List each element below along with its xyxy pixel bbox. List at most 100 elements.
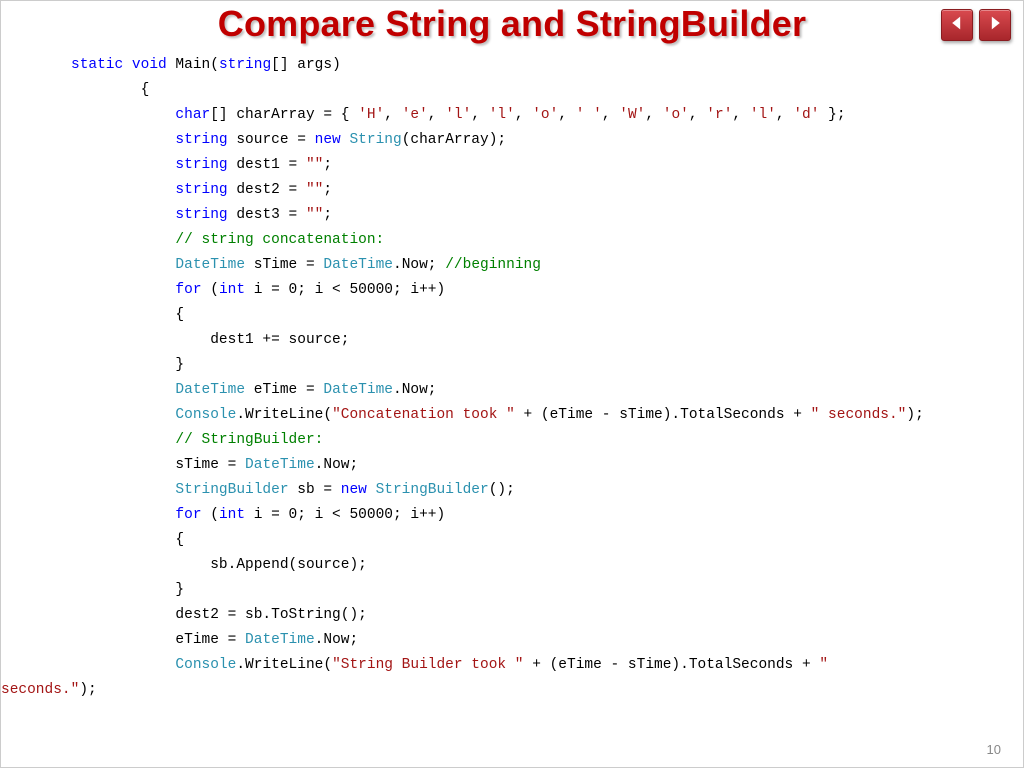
type: StringBuilder [175, 482, 288, 498]
code-text: sb.Append(source); [175, 557, 366, 573]
code-text: dest3 = [228, 207, 306, 223]
code-text: , [689, 107, 706, 123]
code-text: eTime = [245, 382, 323, 398]
type: DateTime [323, 257, 393, 273]
type: DateTime [323, 382, 393, 398]
code-text: sTime = [175, 457, 245, 473]
code-text: ); [79, 682, 96, 698]
keyword: string [175, 132, 227, 148]
code-text: } [175, 582, 184, 598]
code-text: , [602, 107, 619, 123]
code-text: .WriteLine( [236, 657, 332, 673]
code-text: + (eTime - sTime).TotalSeconds + [524, 657, 820, 673]
code-text: dest1 = [228, 157, 306, 173]
next-slide-button[interactable] [979, 9, 1011, 41]
code-text: sb = [289, 482, 341, 498]
keyword: for [175, 282, 201, 298]
code-text: i = 0; i < 50000; i++) [245, 282, 445, 298]
comment: // StringBuilder: [175, 432, 323, 448]
string-literal: ' ' [576, 107, 602, 123]
string-literal: 'l' [445, 107, 471, 123]
code-text: , [558, 107, 575, 123]
code-text: dest2 = [228, 182, 306, 198]
page-number: 10 [987, 742, 1001, 757]
slide-title: Compare String and StringBuilder [1, 3, 1023, 45]
keyword: string [175, 182, 227, 198]
string-literal: 'd' [793, 107, 819, 123]
comment: //beginning [445, 257, 541, 273]
prev-slide-button[interactable] [941, 9, 973, 41]
code-text: + (eTime - sTime).TotalSeconds + [515, 407, 811, 423]
code-text: , [645, 107, 662, 123]
code-text: i = 0; i < 50000; i++) [245, 507, 445, 523]
keyword: void [132, 57, 167, 73]
type: Console [175, 407, 236, 423]
code-text: { [71, 82, 149, 98]
keyword: int [219, 282, 245, 298]
string-literal: "Concatenation took " [332, 407, 515, 423]
code-text: ; [323, 207, 332, 223]
code-text: .Now; [393, 257, 445, 273]
code-block: static void Main(string[] args) { char[]… [71, 53, 1023, 703]
code-text: , [471, 107, 488, 123]
keyword: for [175, 507, 201, 523]
code-text: dest1 += source; [175, 332, 349, 348]
code-text: }; [819, 107, 845, 123]
code-text: ( [202, 507, 219, 523]
string-literal: 'e' [402, 107, 428, 123]
keyword: string [219, 57, 271, 73]
code-text: [] args) [271, 57, 341, 73]
keyword: int [219, 507, 245, 523]
code-text: , [428, 107, 445, 123]
keyword: new [341, 482, 367, 498]
string-literal: "" [306, 182, 323, 198]
string-literal: "String Builder took " [332, 657, 523, 673]
code-text: { [175, 307, 184, 323]
string-literal: 'H' [358, 107, 384, 123]
type: DateTime [175, 257, 245, 273]
code-text: (charArray); [402, 132, 506, 148]
string-literal: "" [306, 207, 323, 223]
string-literal: "" [306, 157, 323, 173]
comment: // string concatenation: [175, 232, 384, 248]
code-text: , [384, 107, 401, 123]
type: DateTime [245, 457, 315, 473]
keyword: char [175, 107, 210, 123]
code-text: sTime = [245, 257, 323, 273]
type: String [349, 132, 401, 148]
string-literal: 'o' [532, 107, 558, 123]
code-text: } [175, 357, 184, 373]
string-literal: 'r' [706, 107, 732, 123]
code-text: .Now; [393, 382, 437, 398]
type: StringBuilder [376, 482, 489, 498]
code-text: , [776, 107, 793, 123]
type: DateTime [175, 382, 245, 398]
code-text: dest2 = sb.ToString(); [175, 607, 366, 623]
code-text: .Now; [315, 457, 359, 473]
slide: Compare String and StringBuilder static … [0, 0, 1024, 768]
string-literal: 'o' [663, 107, 689, 123]
code-text: (); [489, 482, 515, 498]
code-text: [] charArray = { [210, 107, 358, 123]
arrow-right-icon [987, 15, 1003, 36]
type: DateTime [245, 632, 315, 648]
nav-controls [941, 9, 1011, 41]
string-literal: 'l' [750, 107, 776, 123]
code-text: ( [202, 282, 219, 298]
arrow-left-icon [949, 15, 965, 36]
code-text: { [175, 532, 184, 548]
code-text: ; [323, 157, 332, 173]
string-literal: " [819, 657, 836, 673]
keyword: string [175, 157, 227, 173]
string-literal: 'W' [619, 107, 645, 123]
code-text: Main( [167, 57, 219, 73]
keyword: new [315, 132, 341, 148]
code-text: .Now; [315, 632, 359, 648]
keyword: static [71, 57, 123, 73]
keyword: string [175, 207, 227, 223]
string-literal: 'l' [489, 107, 515, 123]
type: Console [175, 657, 236, 673]
string-literal: " seconds." [811, 407, 907, 423]
code-text: .WriteLine( [236, 407, 332, 423]
code-text: eTime = [175, 632, 245, 648]
